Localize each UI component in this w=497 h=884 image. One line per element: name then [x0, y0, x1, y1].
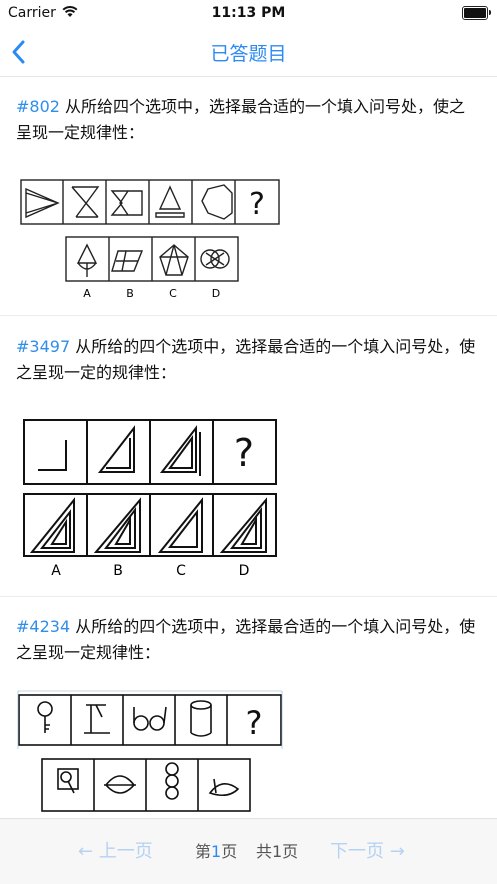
question-item[interactable]: #802 从所给四个选项中，选择最合适的一个填入问号处，使之呈现一定规律性： ? [0, 77, 497, 316]
question-item[interactable]: #4234 从所给的四个选项中，选择最合适的一个填入问号处，使之呈现一定规律性：… [0, 597, 497, 818]
question-stem: 从所给的四个选项中，选择最合适的一个填入问号处，使之呈现一定的规律性： [16, 337, 476, 382]
option-label: D [239, 563, 250, 579]
question-figure: ? A B C D [20, 179, 280, 300]
option-label: C [176, 563, 186, 579]
option-label: A [51, 563, 61, 579]
total-pages: 共1页 [256, 842, 299, 861]
prev-page-button[interactable]: ← 上一页 [78, 837, 153, 863]
question-number: #4234 [16, 617, 71, 636]
question-number: #802 [16, 97, 60, 116]
question-figure: ? A B C D [23, 419, 277, 579]
option-label: C [169, 287, 177, 300]
next-page-button[interactable]: 下一页 → [330, 837, 405, 863]
question-text: #4234 从所给的四个选项中，选择最合适的一个填入问号处，使之呈现一定规律性： [16, 614, 476, 666]
status-bar: Carrier 11:13 PM [0, 0, 497, 28]
page-prefix: 第 [195, 842, 212, 861]
figure-question-mark: ? [249, 187, 265, 222]
current-page: 1 [211, 842, 222, 861]
battery-icon [462, 6, 491, 20]
clock: 11:13 PM [211, 5, 286, 21]
page-suffix: 页 [221, 842, 238, 861]
option-label: B [113, 563, 123, 579]
option-label: A [83, 287, 91, 300]
question-stem: 从所给的四个选项中，选择最合适的一个填入问号处，使之呈现一定规律性： [16, 617, 476, 662]
question-number: #3497 [16, 337, 71, 356]
question-figure: ? [17, 690, 283, 812]
question-text: #802 从所给四个选项中，选择最合适的一个填入问号处，使之呈现一定规律性： [16, 94, 476, 146]
option-label: D [212, 287, 220, 300]
option-label: B [126, 287, 134, 300]
question-text: #3497 从所给的四个选项中，选择最合适的一个填入问号处，使之呈现一定的规律性… [16, 334, 476, 386]
figure-question-mark: ? [246, 704, 263, 742]
navigation-bar: 已答题目 [0, 28, 497, 77]
question-item[interactable]: #3497 从所给的四个选项中，选择最合适的一个填入问号处，使之呈现一定的规律性… [0, 316, 497, 597]
page-indicator: 第1页 [195, 838, 237, 862]
page-title: 已答题目 [210, 43, 287, 65]
pagination-bar: ← 上一页 第1页 共1页 下一页 → [0, 818, 497, 884]
figure-question-mark: ? [234, 431, 254, 475]
question-stem: 从所给四个选项中，选择最合适的一个填入问号处，使之呈现一定规律性： [16, 97, 466, 142]
